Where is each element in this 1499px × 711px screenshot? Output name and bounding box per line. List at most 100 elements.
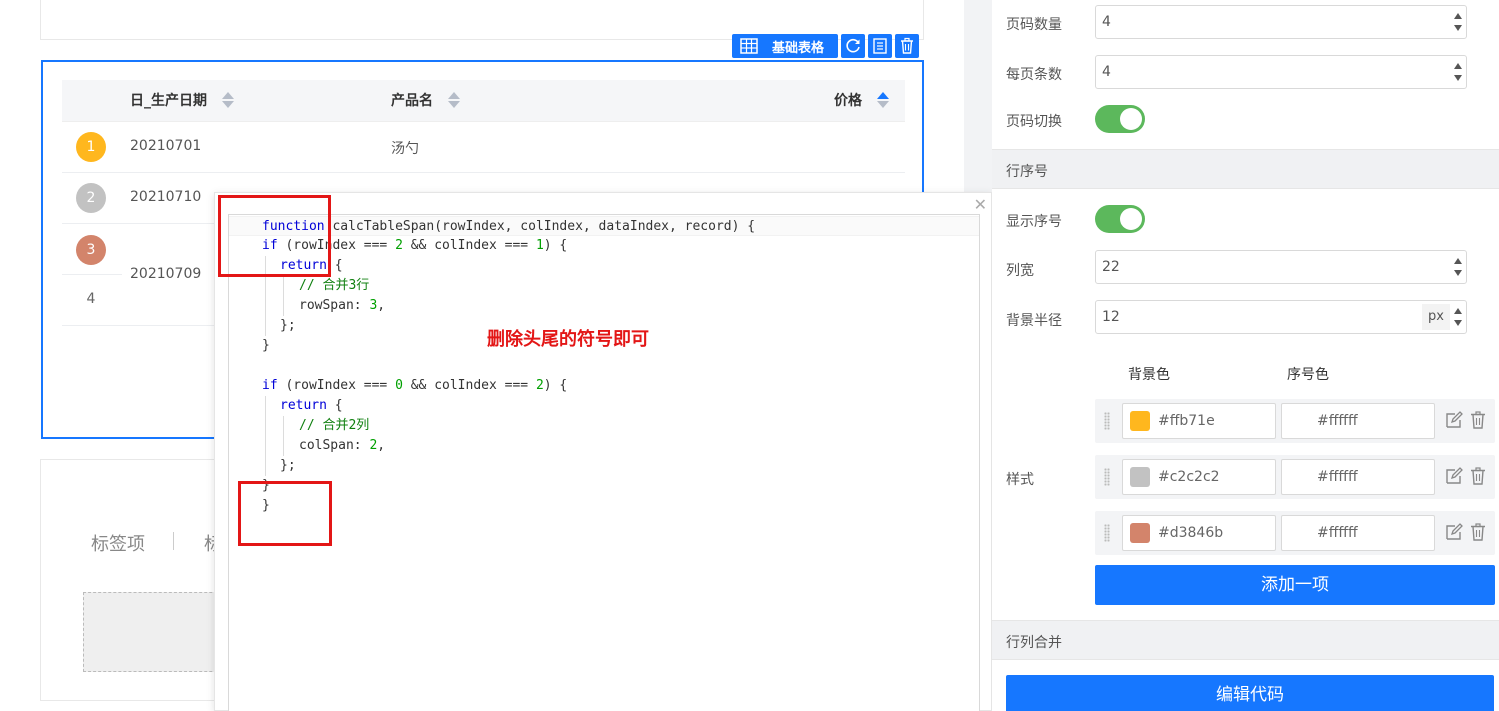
unit-suffix: px bbox=[1422, 304, 1450, 330]
delete-button[interactable] bbox=[895, 34, 920, 58]
code-editor-popup: ✕ ⤢ function calcTableSpan(rowIndex, col… bbox=[214, 192, 992, 711]
bg-color-value: #c2c2c2 bbox=[1158, 469, 1220, 485]
trash-icon bbox=[901, 37, 914, 54]
code-line: rowSpan: 3, bbox=[299, 298, 386, 313]
code-line: function calcTableSpan(rowIndex, colInde… bbox=[229, 216, 979, 236]
add-item-button[interactable]: 添加一项 bbox=[1095, 565, 1495, 605]
trash-icon[interactable] bbox=[1468, 466, 1488, 486]
section-row-col-merge-title: 行列合并 bbox=[1006, 635, 1062, 651]
style-label: 样式 bbox=[1006, 472, 1034, 488]
page-switch-toggle[interactable] bbox=[1095, 105, 1145, 133]
code-editor[interactable]: ⤢ function calcTableSpan(rowIndex, colIn… bbox=[228, 214, 980, 711]
bg-color-value: #ffb71e bbox=[1158, 413, 1215, 429]
number-color-input[interactable]: #ffffff bbox=[1281, 515, 1435, 551]
edit-icon[interactable] bbox=[1444, 466, 1464, 486]
color-swatch[interactable] bbox=[1130, 411, 1150, 431]
indent-guide bbox=[283, 276, 284, 316]
copy-button[interactable] bbox=[868, 34, 893, 58]
row-number-badge: 1 bbox=[76, 132, 106, 162]
indent-guide bbox=[283, 416, 284, 456]
code-line: return { bbox=[280, 398, 343, 413]
table-cell-date: 20210701 bbox=[130, 138, 202, 154]
column-header-date-label: 日_生产日期 bbox=[130, 93, 207, 109]
bg-radius-value: 12 bbox=[1102, 309, 1120, 325]
number-color-value: #ffffff bbox=[1317, 413, 1358, 429]
number-color-input[interactable]: #ffffff bbox=[1281, 459, 1435, 495]
bg-radius-label: 背景半径 bbox=[1006, 313, 1062, 329]
code-text: calcTableSpan(rowIndex, colIndex, dataIn… bbox=[332, 219, 756, 234]
code-line: if (rowIndex === 0 && colIndex === 2) { bbox=[262, 378, 568, 393]
number-color-value: #ffffff bbox=[1317, 525, 1358, 541]
page-switch-label: 页码切换 bbox=[1006, 114, 1062, 130]
section-row-number: 行序号 bbox=[992, 149, 1499, 189]
highlight-box-top bbox=[218, 195, 331, 277]
section-row-col-merge: 行列合并 bbox=[992, 620, 1499, 660]
drag-handle-icon[interactable] bbox=[1104, 468, 1110, 486]
number-color-header: 序号色 bbox=[1287, 367, 1329, 383]
bg-color-input[interactable]: #c2c2c2 bbox=[1122, 459, 1276, 495]
close-icon[interactable]: ✕ bbox=[974, 195, 987, 215]
stepper-icon[interactable] bbox=[1452, 8, 1464, 36]
component-type-label[interactable]: 基础表格 bbox=[732, 34, 839, 58]
column-header-price-label: 价格 bbox=[834, 93, 862, 109]
column-width-input[interactable]: 22 bbox=[1095, 250, 1467, 284]
style-item: #c2c2c2 #ffffff bbox=[1095, 455, 1495, 499]
style-item: #d3846b #ffffff bbox=[1095, 511, 1495, 555]
show-number-toggle[interactable] bbox=[1095, 205, 1145, 233]
drag-handle-icon[interactable] bbox=[1104, 524, 1110, 542]
tab-divider bbox=[173, 532, 174, 550]
bg-color-input[interactable]: #ffb71e bbox=[1122, 403, 1276, 439]
table-cell-date: 20210710 bbox=[130, 189, 202, 205]
code-line: if (rowIndex === 2 && colIndex === 1) { bbox=[262, 238, 568, 253]
trash-icon[interactable] bbox=[1468, 522, 1488, 542]
sort-icon[interactable] bbox=[876, 91, 889, 109]
refresh-icon bbox=[846, 38, 860, 53]
style-item: #ffb71e #ffffff bbox=[1095, 399, 1495, 443]
bg-radius-input[interactable]: 12 px bbox=[1095, 300, 1467, 334]
table-header: 日_生产日期 产品名 价格 bbox=[62, 80, 905, 122]
stepper-icon[interactable] bbox=[1452, 303, 1464, 331]
sort-icon[interactable] bbox=[221, 91, 234, 109]
color-swatch[interactable] bbox=[1130, 467, 1150, 487]
number-color-value: #ffffff bbox=[1317, 469, 1358, 485]
page-size-label: 每页条数 bbox=[1006, 67, 1062, 83]
code-line: // 合并2列 bbox=[299, 418, 370, 433]
stepper-icon[interactable] bbox=[1452, 253, 1464, 281]
row-number-plain: 4 bbox=[86, 291, 96, 307]
column-header-price[interactable]: 价格 bbox=[834, 80, 889, 122]
page-count-value: 4 bbox=[1102, 14, 1111, 30]
bg-color-input[interactable]: #d3846b bbox=[1122, 515, 1276, 551]
component-toolbar: 基础表格 bbox=[732, 34, 920, 58]
copy-icon bbox=[873, 38, 887, 54]
code-line: colSpan: 2, bbox=[299, 438, 386, 453]
drag-handle-icon[interactable] bbox=[1104, 412, 1110, 430]
page-size-input[interactable]: 4 bbox=[1095, 55, 1467, 89]
row-number-badge: 2 bbox=[76, 183, 106, 213]
color-swatch[interactable] bbox=[1130, 523, 1150, 543]
tab-item-1[interactable]: 标签项 bbox=[91, 530, 145, 556]
code-line: }; bbox=[280, 458, 296, 473]
property-panel: 页码数量 4 每页条数 4 页码切换 行序号 显示序号 列宽 22 背景半径 1… bbox=[992, 0, 1499, 711]
page-size-value: 4 bbox=[1102, 64, 1111, 80]
column-header-date[interactable]: 日_生产日期 bbox=[130, 80, 234, 122]
refresh-button[interactable] bbox=[841, 34, 866, 58]
code-line: return { bbox=[280, 258, 343, 273]
edit-code-button[interactable]: 编辑代码 bbox=[1006, 675, 1494, 711]
sort-icon[interactable] bbox=[447, 91, 460, 109]
edit-icon[interactable] bbox=[1444, 522, 1464, 542]
row-divider bbox=[62, 172, 905, 173]
number-color-input[interactable]: #ffffff bbox=[1281, 403, 1435, 439]
table-cell-product: 汤勺 bbox=[391, 141, 419, 157]
edit-icon[interactable] bbox=[1444, 410, 1464, 430]
page-count-input[interactable]: 4 bbox=[1095, 5, 1467, 39]
column-width-label: 列宽 bbox=[1006, 263, 1034, 279]
bg-color-header: 背景色 bbox=[1128, 367, 1170, 383]
row-number-badge: 3 bbox=[76, 235, 106, 265]
section-row-number-title: 行序号 bbox=[1006, 164, 1048, 180]
column-header-product-label: 产品名 bbox=[391, 93, 433, 109]
column-header-product[interactable]: 产品名 bbox=[391, 80, 460, 122]
code-line: } bbox=[262, 478, 270, 493]
trash-icon[interactable] bbox=[1468, 410, 1488, 430]
column-width-value: 22 bbox=[1102, 259, 1120, 275]
stepper-icon[interactable] bbox=[1452, 58, 1464, 86]
